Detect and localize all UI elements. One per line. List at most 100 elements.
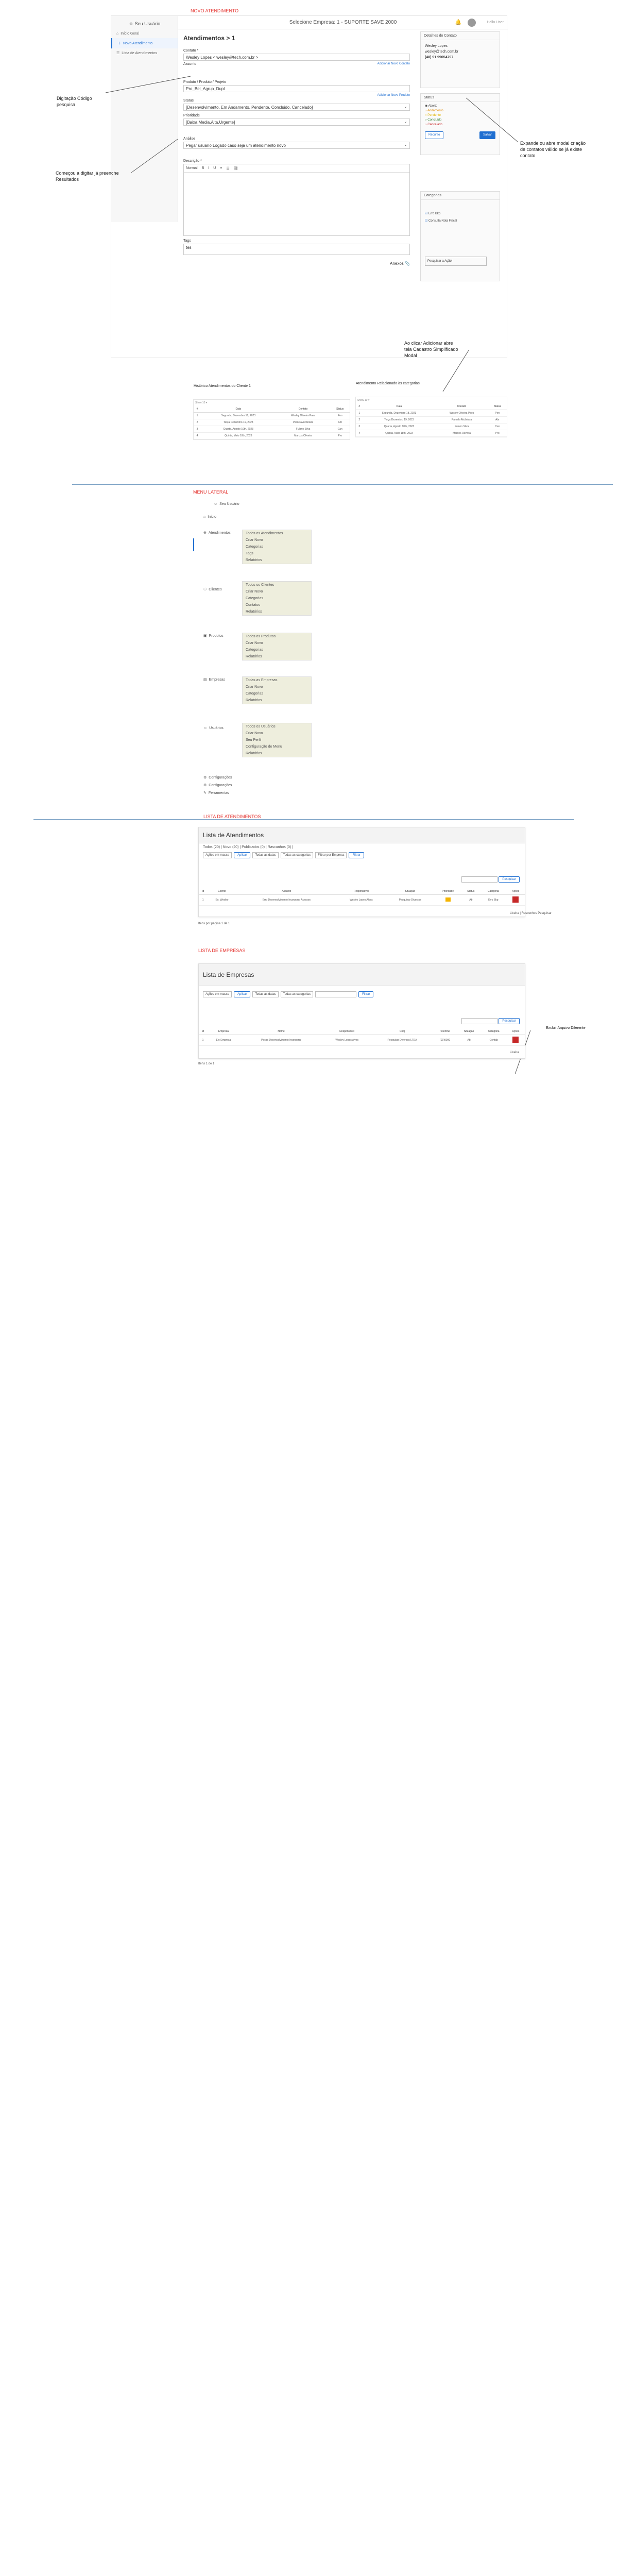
table-row[interactable]: 2 Terça Dezembro 19, 2023 Pamela Alcântara… <box>194 419 350 426</box>
col-header[interactable]: Telefone <box>433 1028 457 1035</box>
apply-button[interactable]: Aplicar <box>234 991 251 997</box>
delete-icon[interactable] <box>512 896 519 903</box>
submenu-item[interactable]: Todos os Atendimentos <box>243 530 311 537</box>
filter-button[interactable]: Filtrar <box>358 991 374 997</box>
col-header[interactable]: Ações <box>506 888 525 895</box>
date-filter-select[interactable]: Todas as datas <box>252 991 279 997</box>
col-header[interactable]: Empresa <box>207 1028 240 1035</box>
table-row[interactable]: 4 Quinta, Maio 18th, 2023 Marcos Oliveira P… <box>194 432 350 439</box>
search-input[interactable] <box>461 1018 498 1024</box>
col-header[interactable]: Cnpj <box>371 1028 433 1035</box>
submenu-item[interactable]: Relatórios <box>243 750 311 757</box>
col-header[interactable]: Status <box>330 406 350 413</box>
submenu-item[interactable]: Configuração de Menu <box>243 743 311 750</box>
col-header[interactable]: Ações <box>506 1028 525 1035</box>
submenu-atendimentos: Todos os Atendimentos Criar Novo Categor… <box>242 530 312 564</box>
col-header[interactable]: Id <box>199 1028 207 1035</box>
submenu-item[interactable]: Criar Novo <box>243 588 311 595</box>
menu-group-usuarios[interactable]: ☺ Usuários <box>203 726 224 730</box>
col-header[interactable]: Status <box>488 403 507 410</box>
submenu-item[interactable]: Tags <box>243 550 311 557</box>
submenu-item[interactable]: Criar Novo <box>243 537 311 544</box>
col-header[interactable]: Categoria <box>480 888 507 895</box>
col-header[interactable]: Contato <box>435 403 488 410</box>
search-button[interactable]: Pesquisar <box>499 876 520 883</box>
col-header[interactable]: Status <box>461 888 480 895</box>
col-header[interactable]: Data <box>200 406 276 413</box>
col-header[interactable]: Data <box>363 403 436 410</box>
table-row[interactable]: 4 Quinta, Maio 18th, 2023 Marcos Oliveira P… <box>356 430 507 437</box>
filter-button[interactable]: Filtrar <box>349 852 364 858</box>
trash-link[interactable]: Lixeira | Rascunhos Pesquisar <box>510 912 552 915</box>
submenu-item[interactable]: Todas as Empresas <box>243 677 311 684</box>
submenu-item[interactable]: Relatórios <box>243 557 311 564</box>
col-header[interactable]: Situação <box>386 888 435 895</box>
company-filter-select[interactable]: Filtrar por Empresa <box>315 852 347 858</box>
submenu-item[interactable]: Todos os Usuários <box>243 723 311 730</box>
col-header[interactable]: Prioridade <box>434 888 462 895</box>
table-row[interactable]: 3 Quarta, Agosto 10th, 2023 Fulano Silva Ca… <box>194 426 350 433</box>
submenu-item[interactable]: Seu Perfil <box>243 737 311 743</box>
apply-button[interactable]: Aplicar <box>234 852 251 858</box>
table-row[interactable]: 2 Terça Dezembro 19, 2023 Pamela Alcântara… <box>356 416 507 423</box>
submenu-item[interactable]: Criar Novo <box>243 730 311 737</box>
col-header[interactable]: Nome <box>239 1028 323 1035</box>
cell: Can <box>330 426 350 433</box>
bulk-actions-select[interactable]: Ações em massa <box>203 852 232 858</box>
submenu-item[interactable]: Categorias <box>243 690 311 697</box>
col-header[interactable]: # <box>356 403 363 410</box>
filter-bar: Ações em massa Aplicar Todas as datas To… <box>199 851 525 859</box>
col-header[interactable]: Id <box>199 888 208 895</box>
submenu-item[interactable]: Contatos <box>243 602 311 608</box>
category-filter-select[interactable]: Todas as categorias <box>280 991 314 997</box>
col-header[interactable]: Cliente <box>207 888 237 895</box>
search-button[interactable]: Pesquisar <box>499 1018 520 1024</box>
table-row[interactable]: 1 Segunda, Dezembro 18, 2023 Wesley Olivei… <box>194 412 350 419</box>
cell: Terça Dezembro 19, 2023 <box>200 419 276 426</box>
delete-icon[interactable] <box>512 1037 519 1043</box>
submenu-item[interactable]: Relatórios <box>243 653 311 660</box>
menu-user[interactable]: ☺ Seu Usuário <box>214 502 239 506</box>
table-row[interactable]: 1 Ex: Wesley Erro Desenvolvimento Incorpor… <box>199 894 525 906</box>
menu-group-empresas[interactable]: ▤ Empresas <box>203 677 225 682</box>
submenu-item[interactable]: Categorias <box>243 595 311 602</box>
menu-ferramentas[interactable]: ✎ Ferramentas <box>203 791 229 795</box>
submenu-item[interactable]: Criar Novo <box>243 640 311 647</box>
submenu-item[interactable]: Relatórios <box>243 608 311 615</box>
col-header[interactable]: Responsável <box>322 1028 372 1035</box>
table-row[interactable]: 3 Quarta, Agosto 10th, 2023 Fulano Silva Ca… <box>356 423 507 430</box>
col-header[interactable]: Responsável <box>336 888 386 895</box>
submenu-item[interactable]: Categorias <box>243 647 311 653</box>
cell: Wesley Oliveira Paes <box>276 412 331 419</box>
show-entries[interactable]: Show 10 ▾ <box>194 400 350 406</box>
submenu-item[interactable]: Categorias <box>243 544 311 550</box>
col-header[interactable]: Contato <box>276 406 331 413</box>
menu-inicio[interactable]: ⌂ Início <box>203 515 216 519</box>
trash-link[interactable]: Lixeira <box>510 1051 519 1054</box>
col-header[interactable]: Situação <box>457 1028 481 1035</box>
extra-filter-select[interactable] <box>315 991 357 997</box>
col-header[interactable]: Assunto <box>236 888 336 895</box>
submenu-item[interactable]: Todos os Clientes <box>243 582 311 588</box>
search-input[interactable] <box>461 876 498 883</box>
cell: 4 <box>356 430 363 437</box>
pager[interactable]: Itens por página 1 de 1 <box>198 922 230 925</box>
table-row[interactable]: 1 Ex: Empresa Pecas Desenvolvimento Incorp… <box>199 1035 525 1046</box>
pager[interactable]: Itens 1 de 1 <box>198 1062 214 1065</box>
menu-group-clientes[interactable]: ⚇ Clientes <box>203 587 222 592</box>
submenu-item[interactable]: Criar Novo <box>243 684 311 690</box>
status-tabs[interactable]: Todos (20) | Novo (20) | Publicados (0) … <box>199 843 525 851</box>
submenu-item[interactable]: Relatórios <box>243 697 311 704</box>
category-filter-select[interactable]: Todas as categorias <box>280 852 314 858</box>
col-header[interactable]: # <box>194 406 201 413</box>
menu-group-atendimentos[interactable]: ⊕ Atendimentos <box>203 531 231 535</box>
submenu-item[interactable]: Todos os Produtos <box>243 633 311 640</box>
bulk-actions-select[interactable]: Ações em massa <box>203 991 232 997</box>
show-entries[interactable]: Show 10 ▾ <box>356 397 507 403</box>
menu-group-produtos[interactable]: ▣ Produtos <box>203 634 224 638</box>
menu-config-2[interactable]: ⚙ Configurações <box>203 783 232 788</box>
date-filter-select[interactable]: Todas as datas <box>252 852 279 858</box>
menu-config[interactable]: ⚙ Configurações <box>203 775 232 780</box>
col-header[interactable]: Categoria <box>480 1028 507 1035</box>
table-row[interactable]: 1 Segunda, Dezembro 18, 2023 Wesley Olivei… <box>356 410 507 417</box>
